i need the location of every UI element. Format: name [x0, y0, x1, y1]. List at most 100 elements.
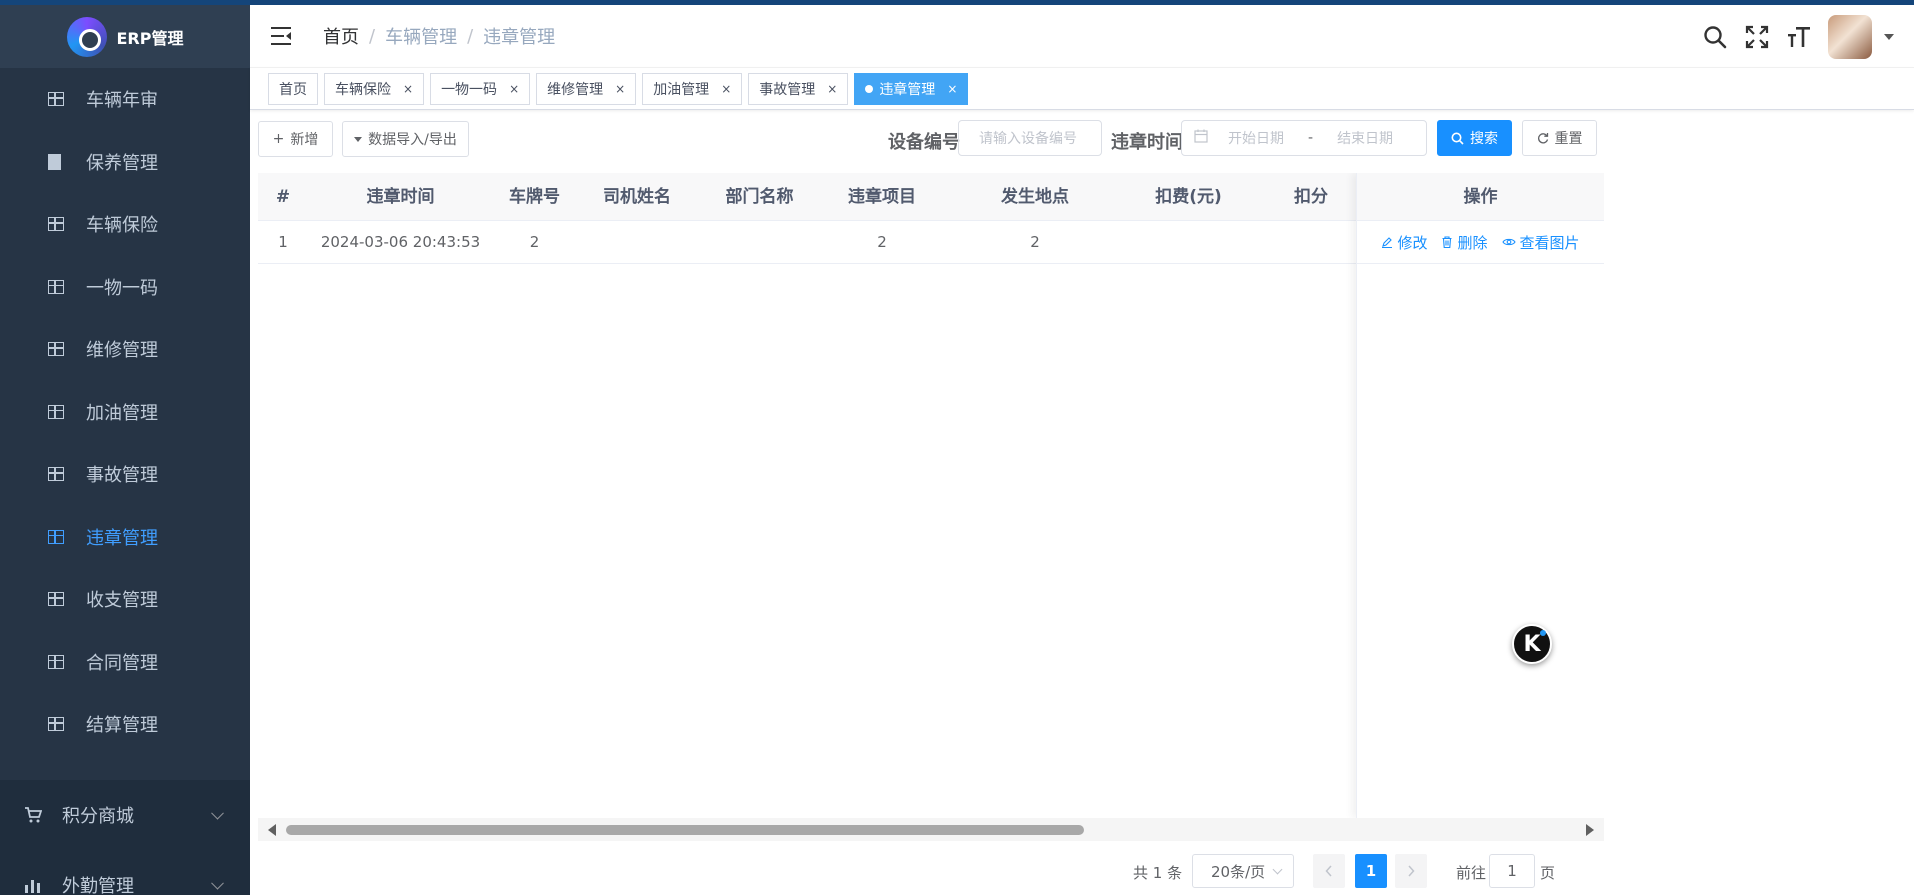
active-dot-icon	[865, 84, 874, 93]
sidebar-item-0[interactable]: 车辆年审	[0, 68, 250, 131]
device-number-placeholder: 请输入设备编号	[979, 131, 1077, 147]
chevron-down-icon	[211, 806, 224, 820]
column-header-ops: 操作	[1357, 173, 1604, 221]
tab-5[interactable]: 事故管理 ×	[748, 72, 849, 105]
close-icon[interactable]: ×	[615, 82, 625, 96]
reset-button[interactable]: 重置	[1522, 120, 1597, 156]
font-size-icon[interactable]	[1786, 24, 1812, 50]
submenu-label: 积分商城	[62, 806, 134, 827]
close-icon[interactable]: ×	[827, 82, 837, 96]
sidebar-menu: 车辆年审 保养管理 车辆保险 一物一码 维修管理加油管理事故管理 违章管理 收支管理 合同管理…	[0, 68, 250, 756]
close-icon[interactable]: ×	[721, 82, 731, 96]
close-icon[interactable]: ×	[403, 82, 413, 96]
cell-fee	[1127, 221, 1250, 264]
sidebar-item-2[interactable]: 车辆保险	[0, 193, 250, 256]
tab-1[interactable]: 车辆保险 ×	[324, 72, 425, 105]
sidebar-item-9[interactable]: 合同管理	[0, 631, 250, 694]
logo-bar[interactable]: ERP管理	[0, 5, 250, 68]
table-icon	[48, 467, 64, 482]
breadcrumb-current: 违章管理	[483, 27, 556, 48]
add-button[interactable]: + 新增	[258, 121, 333, 157]
violation-time-label: 违章时间	[1111, 132, 1183, 153]
tab-label: 首页	[279, 81, 307, 98]
breadcrumb: 首页 / 车辆管理 / 违章管理	[323, 23, 555, 49]
scroll-thumb[interactable]	[286, 825, 1084, 835]
close-icon[interactable]: ×	[509, 82, 519, 96]
tab-0[interactable]: 首页	[268, 72, 318, 105]
sidebar-item-6[interactable]: 事故管理	[0, 443, 250, 506]
tab-label: 事故管理	[759, 81, 816, 98]
app-title: ERP管理	[116, 28, 184, 48]
date-range-picker[interactable]: 开始日期 - 结束日期	[1181, 120, 1427, 156]
pagination: 共 1 条 20条/页 1 前往 1 页	[0, 852, 1664, 890]
fullscreen-icon[interactable]	[1744, 24, 1770, 50]
eye-icon	[1501, 238, 1516, 246]
tab-3[interactable]: 维修管理 ×	[536, 72, 637, 105]
prev-page-button[interactable]	[1313, 854, 1345, 888]
navbar: 首页 / 车辆管理 / 违章管理	[250, 5, 1914, 68]
next-page-button[interactable]	[1395, 854, 1427, 888]
search-button-label: 搜索	[1470, 131, 1498, 147]
breadcrumb-home[interactable]: 首页	[323, 23, 359, 49]
sidebar-toggle-icon[interactable]	[271, 27, 293, 45]
page-number-current[interactable]: 1	[1355, 854, 1387, 888]
search-button[interactable]: 搜索	[1437, 120, 1512, 156]
tags-view: 首页 车辆保险 × 一物一码 × 维修管理 × 加油管理 × 事故管理 × 违章管理 ×	[250, 68, 1914, 110]
cell-location: 2	[1030, 233, 1040, 251]
cell-points	[1250, 221, 1372, 264]
start-date-placeholder: 开始日期	[1228, 131, 1284, 147]
floating-assistant-button[interactable]: K	[1512, 624, 1552, 664]
sidebar-item-5[interactable]: 加油管理	[0, 381, 250, 444]
refresh-icon	[1537, 133, 1548, 144]
view-image-link[interactable]: 查看图片	[1501, 232, 1580, 253]
goto-page-input[interactable]: 1	[1489, 854, 1535, 888]
logo-icon	[66, 16, 107, 57]
column-header-violation-time: 违章时间	[366, 187, 435, 207]
cell-index: 1	[278, 233, 288, 251]
sidebar-item-1[interactable]: 保养管理	[0, 131, 250, 194]
device-number-input[interactable]: 请输入设备编号	[958, 120, 1102, 156]
delete-label: 删除	[1457, 233, 1488, 252]
calendar-icon	[1194, 129, 1208, 147]
caret-down-icon[interactable]	[1884, 33, 1894, 40]
sidebar-item-label: 加油管理	[86, 402, 158, 424]
reset-button-label: 重置	[1554, 131, 1583, 147]
sidebar-item-7[interactable]: 违章管理	[0, 506, 250, 569]
sidebar-item-8[interactable]: 收支管理	[0, 568, 250, 631]
close-icon[interactable]: ×	[947, 82, 957, 96]
table-icon	[48, 592, 64, 607]
cell-plate: 2	[529, 233, 540, 251]
delete-link[interactable]: 删除	[1441, 232, 1488, 253]
submenu-points-mall[interactable]: 积分商城	[0, 780, 250, 850]
main-content: 首页 / 车辆管理 / 违章管理 首页 车辆保险 × 一物一码 × 维修管理 ×…	[250, 5, 1914, 895]
scroll-left-icon[interactable]	[268, 824, 276, 836]
column-header-violation-item: 违章项目	[848, 187, 916, 207]
horizontal-scrollbar[interactable]	[258, 818, 1604, 841]
edit-link[interactable]: 修改	[1381, 232, 1427, 253]
tab-2[interactable]: 一物一码 ×	[430, 72, 531, 105]
page-size-select[interactable]: 20条/页	[1192, 854, 1294, 888]
table-icon	[48, 529, 64, 544]
tab-label: 加油管理	[653, 81, 710, 98]
search-icon[interactable]	[1702, 24, 1728, 50]
sidebar-item-4[interactable]: 维修管理	[0, 318, 250, 381]
import-export-dropdown[interactable]: 数据导入/导出	[342, 121, 469, 157]
device-number-label: 设备编号	[888, 132, 960, 153]
cart-icon	[24, 807, 43, 823]
avatar[interactable]	[1828, 14, 1872, 59]
cell-violation-time: 2024-03-06 20:43:53	[320, 233, 481, 251]
toolbar: + 新增 数据导入/导出 设备编号 请输入设备编号 违章时间 开始日期 - 结束…	[250, 110, 1914, 166]
scroll-right-icon[interactable]	[1586, 824, 1594, 836]
data-table: # 违章时间 车牌号 司机姓名 部门名称 违章项目 发生地点 扣费(元) 扣分 …	[258, 173, 1604, 841]
sidebar-item-10[interactable]: 结算管理	[0, 693, 250, 756]
app-window: ERP管理 车辆年审 保养管理 车辆保险 一物一码 维修管理 加油管理 事故管理 违章管理 收支…	[0, 5, 1914, 895]
tab-4[interactable]: 加油管理 ×	[642, 72, 743, 105]
sidebar-item-3[interactable]: 一物一码	[0, 256, 250, 319]
pagination-total: 共 1 条	[1133, 864, 1183, 882]
add-button-label: 新增	[290, 132, 319, 148]
cell-violation-item: 2	[877, 233, 887, 251]
table-icon	[48, 404, 64, 419]
tab-6[interactable]: 违章管理 ×	[854, 72, 969, 105]
tab-label: 车辆保险	[335, 81, 391, 98]
caret-down-icon	[354, 136, 363, 142]
